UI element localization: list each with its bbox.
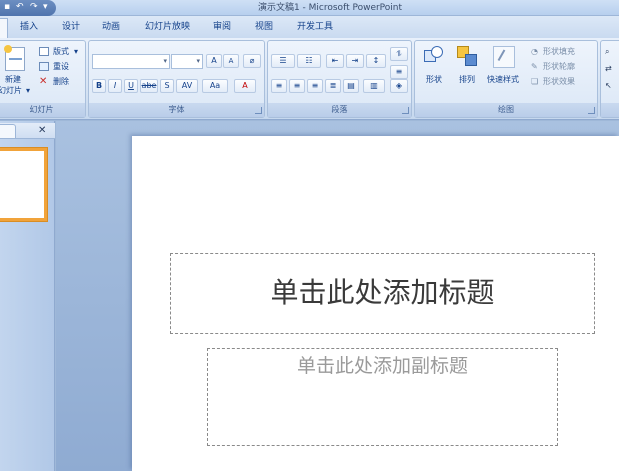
drawing-group-label: 绘图 bbox=[415, 103, 597, 117]
bullets-icon[interactable]: ☰ bbox=[271, 54, 295, 68]
font-group-label: 字体 bbox=[89, 103, 264, 117]
font-name-select[interactable]: ▾ bbox=[92, 54, 170, 69]
replace-icon[interactable]: ⇄ bbox=[605, 63, 612, 74]
save-icon[interactable]: ▪ bbox=[4, 2, 10, 13]
customize-qat-icon[interactable]: ▾ bbox=[43, 2, 48, 13]
drawing-group: 形状 排列 快速样式 ◔ 形状填充 ✎ 形状轮廓 ❏ 形状效果 绘图 bbox=[414, 40, 598, 118]
chevron-down-icon: ▾ bbox=[163, 57, 167, 65]
ribbon: 新建 幻灯片 ▾ 版式 ▾ 重设 ✕ 删除 幻灯片 ▾ ▾ A A ⌀ B I … bbox=[0, 38, 619, 120]
delete-button[interactable]: 删除 bbox=[53, 76, 69, 87]
close-icon[interactable]: ✕ bbox=[38, 124, 46, 137]
reset-button[interactable]: 重设 bbox=[53, 61, 69, 72]
font-group: ▾ ▾ A A ⌀ B I U abe S AV Aa A 字体 bbox=[88, 40, 265, 118]
justify-icon[interactable]: ≣ bbox=[325, 79, 341, 93]
subtitle-placeholder-text: 单击此处添加副标题 bbox=[296, 355, 468, 377]
shape-outline-button[interactable]: 形状轮廓 bbox=[543, 61, 575, 72]
shapes-button[interactable]: 形状 bbox=[426, 74, 442, 85]
change-case-button[interactable]: Aa bbox=[202, 79, 228, 93]
reset-icon[interactable] bbox=[39, 62, 49, 71]
shadow-button[interactable]: S bbox=[160, 79, 174, 93]
strikethrough-button[interactable]: abe bbox=[140, 79, 158, 93]
distribute-icon[interactable]: ▤ bbox=[343, 79, 359, 93]
line-spacing-icon[interactable]: ↕ bbox=[366, 54, 386, 68]
layout-dropdown-icon[interactable]: ▾ bbox=[74, 46, 78, 57]
find-icon[interactable]: ⌕ bbox=[605, 46, 609, 57]
char-spacing-button[interactable]: AV bbox=[176, 79, 198, 93]
shape-effects-button[interactable]: 形状效果 bbox=[543, 76, 575, 87]
columns-icon[interactable]: ▥ bbox=[363, 79, 385, 93]
tab-design[interactable]: 设计 bbox=[62, 21, 80, 33]
quick-styles-icon[interactable] bbox=[493, 46, 515, 68]
redo-icon[interactable]: ↷ bbox=[30, 2, 38, 13]
paragraph-group: ☰ ☷ ⇤ ⇥ ↕ ⥮ ≡ ≡ ≡ ≡ ≣ ▤ ▥ ◈ 段落 bbox=[267, 40, 412, 118]
smartart-icon[interactable]: ◈ bbox=[390, 79, 408, 93]
shape-fill-button[interactable]: 形状填充 bbox=[543, 46, 575, 57]
tab-slideshow[interactable]: 幻灯片放映 bbox=[145, 21, 190, 33]
increase-indent-icon[interactable]: ⇥ bbox=[346, 54, 364, 68]
slide-thumbnail[interactable] bbox=[0, 148, 47, 221]
new-slide-label-1[interactable]: 新建 bbox=[5, 74, 21, 85]
slides-group-label: 幻灯片 bbox=[0, 103, 85, 117]
new-slide-dropdown-icon[interactable]: ▾ bbox=[26, 85, 30, 96]
tab-view[interactable]: 视图 bbox=[255, 21, 273, 33]
title-placeholder[interactable]: 单击此处添加标题 bbox=[170, 253, 595, 334]
numbering-icon[interactable]: ☷ bbox=[297, 54, 321, 68]
align-center-icon[interactable]: ≡ bbox=[289, 79, 305, 93]
tab-review[interactable]: 审阅 bbox=[213, 21, 231, 33]
subtitle-placeholder[interactable]: 单击此处添加副标题 bbox=[207, 348, 558, 446]
window-title: 演示文稿1 - Microsoft PowerPoint bbox=[257, 3, 403, 13]
underline-button[interactable]: U bbox=[124, 79, 138, 93]
italic-button[interactable]: I bbox=[108, 79, 122, 93]
tab-developer[interactable]: 开发工具 bbox=[297, 21, 333, 33]
shapes-icon[interactable] bbox=[424, 46, 444, 66]
grow-font-button[interactable]: A bbox=[206, 54, 222, 68]
new-slide-icon[interactable] bbox=[4, 45, 25, 71]
delete-icon[interactable]: ✕ bbox=[39, 77, 47, 87]
tab-home-active[interactable] bbox=[0, 18, 8, 38]
font-color-button[interactable]: A bbox=[234, 79, 256, 93]
editing-group-label bbox=[601, 103, 619, 117]
decrease-indent-icon[interactable]: ⇤ bbox=[326, 54, 344, 68]
layout-button[interactable]: 版式 bbox=[53, 46, 69, 57]
arrange-button[interactable]: 排列 bbox=[459, 74, 475, 85]
shape-outline-icon[interactable]: ✎ bbox=[531, 61, 538, 72]
new-slide-label-2[interactable]: 幻灯片 bbox=[0, 85, 22, 96]
tab-slides[interactable] bbox=[0, 124, 16, 139]
layout-icon[interactable] bbox=[39, 47, 49, 56]
slides-pane: ✕ bbox=[0, 121, 55, 471]
paragraph-group-label: 段落 bbox=[268, 103, 411, 117]
align-text-icon[interactable]: ≡ bbox=[390, 65, 408, 79]
paragraph-dialog-launcher[interactable] bbox=[402, 107, 409, 114]
text-direction-icon[interactable]: ⥮ bbox=[390, 47, 408, 61]
select-icon[interactable]: ↖ bbox=[605, 80, 612, 91]
font-dialog-launcher[interactable] bbox=[255, 107, 262, 114]
shrink-font-button[interactable]: A bbox=[223, 54, 239, 68]
clear-formatting-icon[interactable]: ⌀ bbox=[243, 54, 261, 68]
slides-group: 新建 幻灯片 ▾ 版式 ▾ 重设 ✕ 删除 幻灯片 bbox=[0, 40, 86, 118]
align-right-icon[interactable]: ≡ bbox=[307, 79, 323, 93]
undo-icon[interactable]: ↶ bbox=[16, 2, 24, 13]
quick-access-toolbar: ▪ ↶ ↷ ▾ bbox=[0, 0, 56, 16]
shape-fill-icon[interactable]: ◔ bbox=[531, 46, 538, 57]
title-placeholder-text: 单击此处添加标题 bbox=[270, 276, 495, 309]
chevron-down-icon: ▾ bbox=[196, 57, 200, 65]
arrange-icon[interactable] bbox=[457, 46, 479, 68]
editing-group: ⌕ ⇄ ↖ bbox=[600, 40, 619, 118]
title-bar: ▪ ↶ ↷ ▾ 演示文稿1 - Microsoft PowerPoint bbox=[0, 0, 619, 16]
tab-insert[interactable]: 插入 bbox=[20, 21, 38, 33]
slides-pane-tabs: ✕ bbox=[0, 123, 55, 139]
ribbon-tabs: 插入 设计 动画 幻灯片放映 审阅 视图 开发工具 bbox=[0, 16, 619, 38]
quick-styles-button[interactable]: 快速样式 bbox=[487, 74, 519, 85]
tab-animations[interactable]: 动画 bbox=[102, 21, 120, 33]
bold-button[interactable]: B bbox=[92, 79, 106, 93]
align-left-icon[interactable]: ≡ bbox=[271, 79, 287, 93]
shape-effects-icon[interactable]: ❏ bbox=[531, 76, 538, 87]
font-size-select[interactable]: ▾ bbox=[171, 54, 203, 69]
drawing-dialog-launcher[interactable] bbox=[588, 107, 595, 114]
